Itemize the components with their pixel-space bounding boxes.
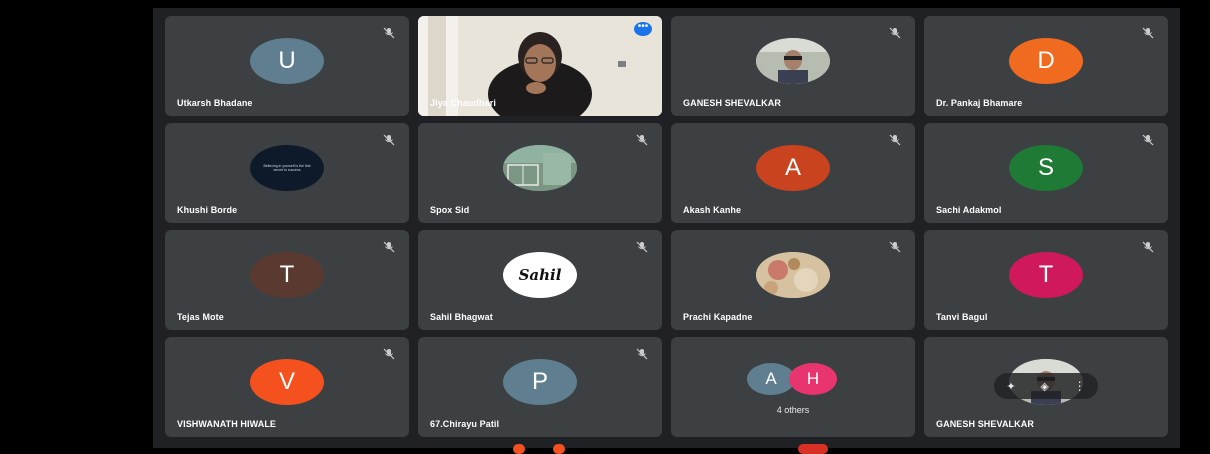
mic-off-icon xyxy=(1142,240,1154,253)
mic-off-icon xyxy=(383,26,395,39)
participant-name: Akash Kanhe xyxy=(683,205,742,215)
mute-icon[interactable]: ◈ xyxy=(1040,380,1048,393)
mic-off-icon xyxy=(636,347,648,360)
others-tile[interactable]: A H 4 others xyxy=(671,337,915,437)
participant-name: 67.Chirayu Patil xyxy=(430,419,500,429)
participant-tile[interactable]: T Tejas Mote xyxy=(165,230,409,330)
avatar: A xyxy=(747,363,795,395)
mic-off-icon xyxy=(636,240,648,253)
participant-name: Tejas Mote xyxy=(177,312,224,322)
participant-name: GANESH SHEVALKAR xyxy=(683,98,781,108)
participant-tile[interactable]: P 67.Chirayu Patil xyxy=(418,337,662,437)
participant-name: Utkarsh Bhadane xyxy=(177,98,253,108)
mic-off-icon xyxy=(889,133,901,146)
participant-name: Sahil Bhagwat xyxy=(430,312,493,322)
others-count-label: 4 others xyxy=(776,405,810,415)
avatar-photo xyxy=(503,145,577,191)
avatar-caption: Believing in yourself is the first secre… xyxy=(263,164,311,172)
participant-tile[interactable]: Prachi Kapadne xyxy=(671,230,915,330)
participant-tile[interactable]: T Tanvi Bagul xyxy=(924,230,1168,330)
participant-tile[interactable]: GANESH SHEVALKAR xyxy=(671,16,915,116)
mic-off-icon xyxy=(1142,26,1154,39)
avatar: H xyxy=(789,363,837,395)
avatar: A xyxy=(756,145,830,191)
participant-tile[interactable]: A Akash Kanhe xyxy=(671,123,915,223)
control-bar-hint xyxy=(513,444,525,454)
avatar-logo: Sahil xyxy=(503,252,577,298)
control-bar-hint xyxy=(798,444,828,454)
mic-off-icon xyxy=(889,240,901,253)
mic-off-icon xyxy=(383,133,395,146)
avatar: D xyxy=(1009,38,1083,84)
participant-name: Sachi Adakmol xyxy=(936,205,1002,215)
avatar: T xyxy=(250,252,324,298)
avatar-photo: Believing in yourself is the first secre… xyxy=(250,145,324,191)
avatar-photo xyxy=(756,252,830,298)
avatar: P xyxy=(503,359,577,405)
participant-video-tile[interactable]: ••• Jiya Chaudhari xyxy=(418,16,662,116)
avatar: V xyxy=(250,359,324,405)
pin-icon[interactable]: ✦ xyxy=(1006,380,1015,393)
participant-name: Dr. Pankaj Bhamare xyxy=(936,98,1023,108)
participant-tile[interactable]: Believing in yourself is the first secre… xyxy=(165,123,409,223)
participant-name: Khushi Borde xyxy=(177,205,238,215)
participant-tile[interactable]: Sahil Sahil Bhagwat xyxy=(418,230,662,330)
participant-name: Jiya Chaudhari xyxy=(430,98,496,108)
avatar-logo-text: Sahil xyxy=(518,266,562,284)
mic-off-icon xyxy=(383,240,395,253)
participant-name: Spox Sid xyxy=(430,205,470,215)
mic-off-icon xyxy=(383,347,395,360)
participant-tile[interactable]: Spox Sid xyxy=(418,123,662,223)
more-options-icon[interactable]: ⋮ xyxy=(1074,379,1086,393)
hover-controls[interactable]: ✦ ◈ ⋮ xyxy=(994,373,1098,399)
participant-name: GANESH SHEVALKAR xyxy=(936,419,1034,429)
participant-tile[interactable]: ✦ ◈ ⋮ GANESH SHEVALKAR xyxy=(924,337,1168,437)
avatar-photo xyxy=(756,38,830,84)
more-options-icon[interactable]: ••• xyxy=(634,22,652,36)
avatar: S xyxy=(1009,145,1083,191)
participant-name: Tanvi Bagul xyxy=(936,312,988,322)
participant-name: Prachi Kapadne xyxy=(683,312,753,322)
mic-off-icon xyxy=(636,133,648,146)
participant-name: VISHWANATH HIWALE xyxy=(177,419,277,429)
participant-tile[interactable]: S Sachi Adakmol xyxy=(924,123,1168,223)
participant-tile[interactable]: V VISHWANATH HIWALE xyxy=(165,337,409,437)
control-bar-hint xyxy=(553,444,565,454)
mic-off-icon xyxy=(889,26,901,39)
meeting-grid: U Utkarsh Bhadane ••• Jiya Chaudhari GAN… xyxy=(153,8,1180,454)
others-avatars: A H xyxy=(747,363,839,395)
participant-tile[interactable]: D Dr. Pankaj Bhamare xyxy=(924,16,1168,116)
avatar: U xyxy=(250,38,324,84)
participant-tile[interactable]: U Utkarsh Bhadane xyxy=(165,16,409,116)
avatar: T xyxy=(1009,252,1083,298)
mic-off-icon xyxy=(1142,133,1154,146)
